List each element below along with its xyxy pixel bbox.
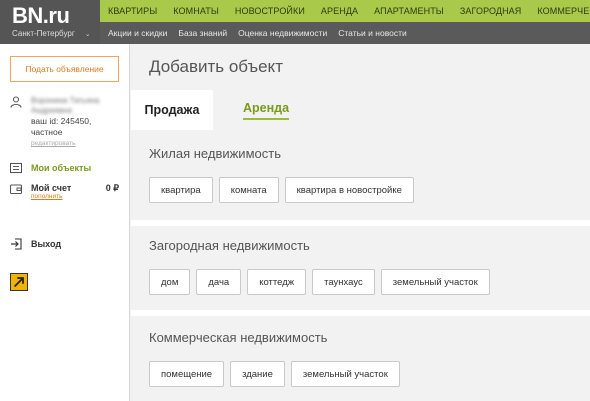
user-icon (10, 96, 22, 108)
post-ad-button[interactable]: Подать объявление (10, 56, 119, 82)
nav-item-country[interactable]: ЗАГОРОДНАЯ (452, 6, 530, 16)
user-id: ваш id: 245450, (31, 116, 92, 126)
section-commercial: Коммерческая недвижимость помещение здан… (131, 316, 590, 401)
logout-label: Выход (31, 239, 62, 249)
logout-item[interactable]: Выход (10, 238, 61, 250)
chip-building[interactable]: здание (230, 361, 285, 387)
nav-item-rent[interactable]: АРЕНДА (313, 6, 366, 16)
account-label: Мой счет (31, 183, 72, 193)
wallet-icon (10, 184, 22, 195)
sub-nav: Акции и скидки База знаний Оценка недвиж… (100, 22, 590, 44)
section-title-commercial: Коммерческая недвижимость (149, 330, 328, 345)
section-title-residential: Жилая недвижимость (149, 146, 281, 161)
edit-profile-link[interactable]: редактировать (31, 140, 100, 147)
section-title-country: Загородная недвижимость (149, 238, 310, 253)
chip-new-apartment[interactable]: квартира в новостройке (284, 177, 414, 203)
chips-residential: квартира комната квартира в новостройке (149, 177, 414, 203)
chips-commercial: помещение здание земельный участок (149, 361, 400, 387)
external-link-icon[interactable] (10, 273, 28, 291)
subnav-item-articles[interactable]: Статьи и новости (330, 28, 409, 38)
city-selector[interactable]: Санкт-Петербург ⌄ (12, 29, 91, 38)
nav-item-apartments-hotel[interactable]: АПАРТАМЕНТЫ (366, 6, 452, 16)
logo[interactable]: BN.ru (12, 3, 70, 29)
user-type: частное (31, 127, 63, 137)
subnav-item-knowledge[interactable]: База знаний (170, 28, 230, 38)
listing-icon (10, 162, 22, 174)
chip-dacha[interactable]: дача (196, 269, 242, 295)
chip-apartment[interactable]: квартира (149, 177, 213, 203)
sidebar: Подать объявление Воронина Татьяна Андре… (0, 44, 130, 401)
subnav-item-valuation[interactable]: Оценка недвижимости (230, 28, 330, 38)
section-country: Загородная недвижимость дом дача коттедж… (131, 226, 590, 310)
nav-item-commercial[interactable]: КОММЕРЧЕСКАЯ (529, 6, 590, 16)
logout-icon (11, 238, 22, 250)
my-objects-item[interactable]: Мои объекты (10, 162, 91, 174)
chevron-down-icon: ⌄ (84, 30, 91, 38)
subnav-item-promos[interactable]: Акции и скидки (100, 28, 170, 38)
account-balance: 0 ₽ (105, 183, 119, 193)
logo-area: BN.ru Санкт-Петербург ⌄ (0, 0, 100, 44)
user-block: Воронина Татьяна Андреевна ваш id: 24545… (10, 96, 100, 147)
user-name-line2: Андреевна (31, 106, 72, 115)
nav-item-apartments[interactable]: КВАРТИРЫ (100, 6, 165, 16)
top-nav: КВАРТИРЫ КОМНАТЫ НОВОСТРОЙКИ АРЕНДА АПАР… (100, 0, 590, 22)
chip-commercial-land[interactable]: земельный участок (290, 361, 400, 387)
chip-townhouse[interactable]: таунхаус (312, 269, 375, 295)
city-label: Санкт-Петербург (12, 29, 75, 38)
nav-item-new-buildings[interactable]: НОВОСТРОЙКИ (227, 6, 313, 16)
page-title: Добавить объект (149, 57, 283, 76)
main-content: Добавить объект Продажа Аренда Жилая нед… (131, 44, 590, 401)
deal-type-tabs: Продажа Аренда (131, 90, 590, 130)
account-item: Мой счет пополнить (10, 183, 71, 200)
chip-premises[interactable]: помещение (149, 361, 225, 387)
chip-house[interactable]: дом (149, 269, 191, 295)
chip-land-plot[interactable]: земельный участок (380, 269, 490, 295)
topup-link[interactable]: пополнить (31, 193, 71, 200)
my-objects-label: Мои объекты (31, 163, 92, 173)
tab-rent[interactable]: Аренда (243, 101, 290, 120)
nav-item-rooms[interactable]: КОМНАТЫ (165, 6, 227, 16)
chip-room[interactable]: комната (218, 177, 279, 203)
chips-country: дом дача коттедж таунхаус земельный учас… (149, 269, 490, 295)
section-residential: Жилая недвижимость квартира комната квар… (131, 130, 590, 220)
header: BN.ru Санкт-Петербург ⌄ КВАРТИРЫ КОМНАТЫ… (0, 0, 590, 44)
user-name-line1: Воронина Татьяна (31, 96, 100, 105)
chip-cottage[interactable]: коттедж (247, 269, 307, 295)
tab-sale[interactable]: Продажа (131, 90, 213, 130)
